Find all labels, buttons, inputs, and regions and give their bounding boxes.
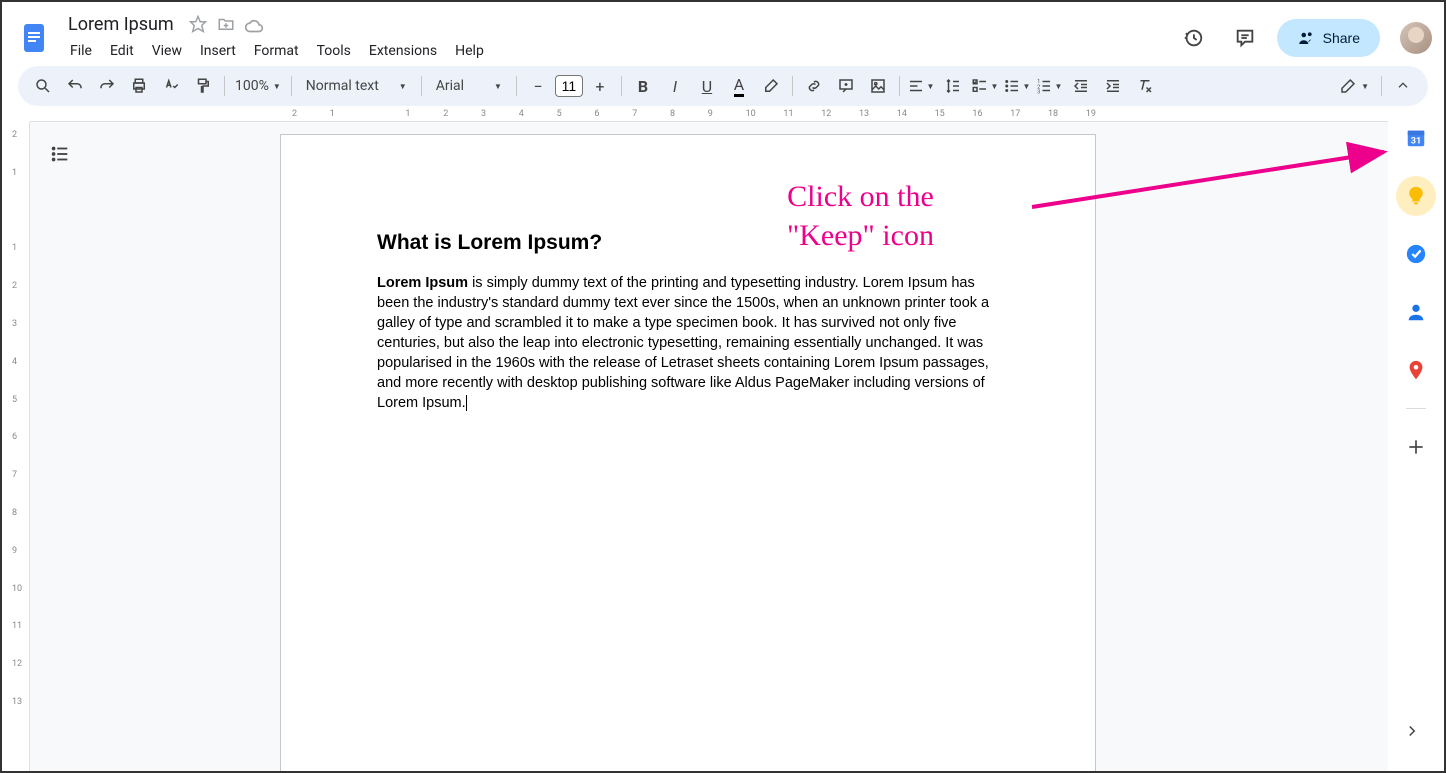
contacts-icon[interactable] bbox=[1396, 292, 1436, 332]
share-label: Share bbox=[1323, 30, 1360, 46]
align-icon[interactable]: ▼ bbox=[906, 71, 936, 101]
docs-logo-icon[interactable] bbox=[14, 18, 54, 58]
print-icon[interactable] bbox=[124, 71, 154, 101]
insert-link-icon[interactable] bbox=[799, 71, 829, 101]
spellcheck-icon[interactable] bbox=[156, 71, 186, 101]
show-outline-icon[interactable] bbox=[42, 136, 78, 172]
menu-format[interactable]: Format bbox=[246, 39, 307, 63]
svg-text:3: 3 bbox=[1038, 90, 1041, 96]
side-panel: 31 bbox=[1388, 106, 1444, 771]
keep-icon[interactable] bbox=[1396, 176, 1436, 216]
move-icon[interactable] bbox=[216, 14, 236, 34]
star-icon[interactable] bbox=[188, 14, 208, 34]
document-page[interactable]: What is Lorem Ipsum? Lorem Ipsum is simp… bbox=[280, 134, 1096, 771]
share-button[interactable]: Share bbox=[1277, 19, 1380, 57]
menu-file[interactable]: File bbox=[62, 39, 100, 63]
text-color-icon[interactable]: A bbox=[724, 71, 754, 101]
tasks-icon[interactable] bbox=[1396, 234, 1436, 274]
menu-bar: File Edit View Insert Format Tools Exten… bbox=[62, 37, 1173, 65]
bulleted-list-icon[interactable]: ▼ bbox=[1002, 71, 1032, 101]
style-value: Normal text bbox=[306, 78, 379, 94]
font-selector[interactable]: Arial ▼ bbox=[428, 71, 510, 101]
insert-image-icon[interactable] bbox=[863, 71, 893, 101]
menu-help[interactable]: Help bbox=[447, 39, 492, 63]
underline-icon[interactable]: U bbox=[692, 71, 722, 101]
account-avatar[interactable] bbox=[1400, 22, 1432, 54]
toolbar: 100%▼ Normal text▼ Arial▼ − + B I U A ▼ … bbox=[18, 66, 1428, 106]
bold-text: Lorem Ipsum bbox=[377, 275, 468, 291]
get-addons-icon[interactable] bbox=[1396, 427, 1436, 467]
collapse-toolbar-icon[interactable] bbox=[1388, 71, 1418, 101]
font-value: Arial bbox=[436, 78, 464, 94]
increase-font-icon[interactable]: + bbox=[585, 71, 615, 101]
work-area: 2112345678910111213141516171819 21123456… bbox=[2, 106, 1444, 771]
decrease-font-icon[interactable]: − bbox=[523, 71, 553, 101]
zoom-selector[interactable]: 100% ▼ bbox=[231, 71, 285, 101]
decrease-indent-icon[interactable] bbox=[1066, 71, 1096, 101]
menu-extensions[interactable]: Extensions bbox=[361, 39, 445, 63]
calendar-icon[interactable]: 31 bbox=[1396, 118, 1436, 158]
add-comment-icon[interactable] bbox=[831, 71, 861, 101]
chevron-down-icon: ▼ bbox=[273, 82, 281, 91]
increase-indent-icon[interactable] bbox=[1098, 71, 1128, 101]
chevron-down-icon: ▼ bbox=[494, 82, 502, 91]
redo-icon[interactable] bbox=[92, 71, 122, 101]
italic-icon[interactable]: I bbox=[660, 71, 690, 101]
document-title[interactable]: Lorem Ipsum bbox=[62, 12, 180, 37]
document-heading[interactable]: What is Lorem Ipsum? bbox=[377, 231, 999, 255]
checklist-icon[interactable]: ▼ bbox=[970, 71, 1000, 101]
title-section: Lorem Ipsum File Edit View Insert Format… bbox=[62, 11, 1173, 65]
vertical-ruler[interactable]: 2112345678910111213 bbox=[2, 122, 30, 771]
highlight-color-icon[interactable] bbox=[756, 71, 786, 101]
people-icon bbox=[1297, 29, 1315, 47]
document-canvas[interactable]: What is Lorem Ipsum? Lorem Ipsum is simp… bbox=[30, 122, 1388, 771]
side-panel-divider bbox=[1406, 408, 1426, 409]
menu-insert[interactable]: Insert bbox=[192, 39, 244, 63]
clear-formatting-icon[interactable] bbox=[1130, 71, 1160, 101]
text-cursor bbox=[466, 395, 467, 411]
zoom-value: 100% bbox=[235, 78, 269, 94]
cloud-status-icon[interactable] bbox=[244, 14, 264, 34]
horizontal-ruler[interactable]: 2112345678910111213141516171819 bbox=[30, 106, 1388, 122]
search-menus-icon[interactable] bbox=[28, 71, 58, 101]
svg-text:31: 31 bbox=[1411, 137, 1422, 147]
undo-icon[interactable] bbox=[60, 71, 90, 101]
menu-view[interactable]: View bbox=[144, 39, 190, 63]
editing-mode-icon[interactable]: ▼ bbox=[1333, 71, 1375, 101]
numbered-list-icon[interactable]: 123▼ bbox=[1034, 71, 1064, 101]
hide-side-panel-icon[interactable] bbox=[1392, 711, 1432, 751]
menu-edit[interactable]: Edit bbox=[102, 39, 142, 63]
line-spacing-icon[interactable] bbox=[938, 71, 968, 101]
history-icon[interactable] bbox=[1173, 18, 1213, 58]
font-size-input[interactable] bbox=[555, 75, 583, 97]
chevron-down-icon: ▼ bbox=[399, 82, 407, 91]
document-paragraph[interactable]: Lorem Ipsum is simply dummy text of the … bbox=[377, 273, 999, 413]
comments-icon[interactable] bbox=[1225, 18, 1265, 58]
maps-icon[interactable] bbox=[1396, 350, 1436, 390]
header: Lorem Ipsum File Edit View Insert Format… bbox=[2, 2, 1444, 66]
paragraph-style-selector[interactable]: Normal text ▼ bbox=[298, 71, 415, 101]
menu-tools[interactable]: Tools bbox=[309, 39, 359, 63]
bold-icon[interactable]: B bbox=[628, 71, 658, 101]
paint-format-icon[interactable] bbox=[188, 71, 218, 101]
body-text: is simply dummy text of the printing and… bbox=[377, 275, 989, 411]
